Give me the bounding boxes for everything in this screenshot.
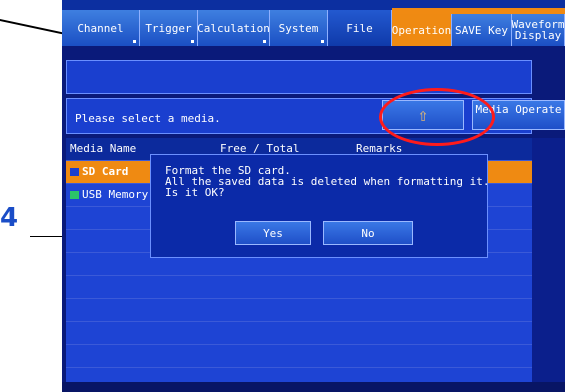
tab-channel[interactable]: Channel [62, 10, 140, 46]
tab-file[interactable]: File [328, 10, 392, 46]
status-text: Please select a media. [75, 112, 221, 125]
no-button[interactable]: No [323, 221, 413, 245]
tab-trigger[interactable]: Trigger [140, 10, 198, 46]
tab-channel-label: Channel [77, 21, 124, 35]
row-name: USB Memory [82, 188, 149, 201]
tab-save-key-label: SAVE Key [455, 23, 508, 37]
table-row [66, 275, 532, 298]
sd-card-icon [70, 168, 79, 176]
row-label-wrap: USB Memory [66, 188, 148, 201]
status-footer [62, 382, 565, 392]
col-media-name: Media Name [70, 142, 137, 155]
tab-calculation-label: Calculation [197, 21, 270, 35]
right-sidebar [532, 138, 565, 382]
top-panel [66, 60, 532, 94]
callout-number-4: 4 [0, 203, 19, 233]
no-label: No [361, 226, 375, 240]
row-name: SD Card [82, 165, 129, 178]
tab-operation[interactable]: Operation [392, 14, 452, 46]
dialog-message: Format the SD card. All the saved data i… [165, 164, 490, 199]
table-row [66, 344, 532, 367]
tab-operation-label: Operation [391, 23, 452, 37]
format-confirm-dialog: Format the SD card. All the saved data i… [150, 154, 490, 258]
tab-file-label: File [346, 21, 373, 35]
tab-save-key[interactable]: SAVE Key [452, 14, 512, 46]
yes-label: Yes [263, 226, 283, 240]
tab-calculation[interactable]: Calculation [197, 10, 270, 46]
table-row [66, 321, 532, 344]
device-screen: Channel Trigger Calculation System File … [62, 0, 565, 392]
tab-system[interactable]: System [270, 10, 328, 46]
highlight-ring [379, 88, 495, 146]
tab-waveform-display[interactable]: Waveform Display [512, 14, 565, 46]
tab-waveform-display-label: Waveform Display [511, 18, 565, 42]
usb-icon [70, 191, 79, 199]
table-row [66, 367, 532, 382]
yes-button[interactable]: Yes [235, 221, 311, 245]
tab-bar: Channel Trigger Calculation System File … [62, 0, 565, 46]
row-label-wrap: SD Card [66, 165, 128, 178]
tab-system-label: System [278, 21, 319, 35]
table-row [66, 298, 532, 321]
tab-trigger-label: Trigger [145, 21, 192, 35]
